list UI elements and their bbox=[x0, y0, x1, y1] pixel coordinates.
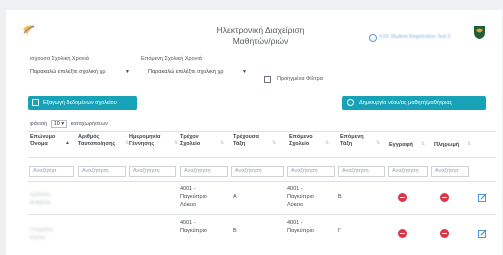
next-year-select[interactable]: Παρακαλώ επιλέξτε σχολική χρ bbox=[148, 69, 224, 75]
cyprus-emblem-icon bbox=[474, 26, 485, 39]
cell-next-school-name: Παγκύπριο bbox=[287, 194, 314, 200]
cell-next-school-name: Παγκύπριο bbox=[287, 228, 314, 234]
column-header-line: Όνομα bbox=[30, 141, 48, 147]
column-header-registration[interactable]: Εγγραφή bbox=[389, 142, 413, 149]
plus-circle-icon bbox=[347, 99, 354, 106]
column-header-line: Τάξη bbox=[340, 141, 353, 147]
sort-icon[interactable]: ⇅ bbox=[220, 140, 224, 146]
row-divider bbox=[28, 181, 496, 182]
page-size-suffix: καταχωρήσεων bbox=[70, 121, 108, 127]
page-size-select[interactable]: 10 ▾ bbox=[50, 120, 68, 128]
column-header-surname[interactable]: Επώνυμο Όνομα bbox=[30, 134, 55, 148]
current-year-select[interactable]: Παρακαλώ επιλέξτε σχολική χρ bbox=[30, 69, 106, 75]
column-header-current-school[interactable]: Τρέχον Σχολείο bbox=[180, 134, 200, 148]
cell-firstname: Ελένη bbox=[30, 235, 45, 241]
page-size-control: φάνιση 10 ▾ καταχωρήσεων bbox=[30, 120, 108, 128]
cell-firstname: Ανδρέας bbox=[30, 200, 51, 206]
create-student-button[interactable]: Δημιουργία νέου/ας μαθητή/μαθήτριας bbox=[342, 96, 486, 110]
sort-icon[interactable]: ⇅ bbox=[272, 140, 276, 146]
export-icon bbox=[32, 99, 39, 106]
sort-icon[interactable]: ⇅ bbox=[174, 140, 178, 146]
column-header-next-class[interactable]: Επόμενη Τάξη bbox=[340, 134, 364, 148]
edit-icon[interactable] bbox=[478, 193, 487, 202]
row-divider bbox=[28, 214, 496, 215]
column-header-line: Τρέχουσα bbox=[233, 134, 259, 140]
sort-icon[interactable]: ⇅ bbox=[467, 141, 471, 147]
filter-input-current-class[interactable]: Αναζήτηση bbox=[231, 166, 284, 177]
x-circle-icon bbox=[398, 193, 407, 202]
filter-input-birthdate[interactable]: Αναζήτηση bbox=[129, 166, 176, 177]
column-header-line: Επώνυμο bbox=[30, 134, 56, 140]
cell-current-school-type: Λύκειο bbox=[180, 202, 197, 208]
export-button-label: Εξαγωγή δεδομένων σχολείου bbox=[43, 100, 117, 106]
cell-current-class: Β bbox=[233, 228, 237, 234]
table-header-divider bbox=[28, 157, 496, 158]
column-header-line: Επόμενο bbox=[289, 134, 313, 140]
table-top-divider bbox=[28, 131, 496, 132]
column-header-line: Αριθμός bbox=[78, 134, 100, 140]
filter-input-next-school[interactable]: Αναζήτηση bbox=[287, 166, 335, 177]
column-header-next-school[interactable]: Επόμενο Σχολείο bbox=[289, 134, 313, 148]
advanced-filter-label: Προηγμένα Φίλτρα bbox=[277, 76, 323, 82]
column-header-line: Επόμενη bbox=[340, 134, 364, 140]
edit-icon[interactable] bbox=[478, 229, 487, 238]
column-header-line: Ταυτοποίησης bbox=[78, 141, 116, 147]
column-header-line: Ημερομηνία bbox=[129, 134, 161, 140]
sort-icon[interactable]: ⇅ bbox=[325, 140, 329, 146]
column-header-birthdate[interactable]: Ημερομηνία Γέννησης bbox=[129, 134, 160, 148]
page-title-line1: Ηλεκτρονική Διαχείριση bbox=[216, 25, 305, 35]
column-header-line: Πληρωμή bbox=[434, 142, 460, 148]
cell-current-school-code: 4001 - bbox=[180, 186, 196, 192]
column-header-id[interactable]: Αριθμός Ταυτοποίησης bbox=[78, 134, 115, 148]
cell-surname: Γεωργίου bbox=[30, 227, 53, 233]
next-year-label: Επόμενη Σχολική Χρονιά bbox=[141, 56, 202, 62]
advanced-filter-checkbox[interactable] bbox=[264, 76, 271, 83]
cell-next-class: Β bbox=[338, 194, 342, 200]
user-name-link[interactable]: ΧΧΧ Student Registration Test 3 bbox=[379, 34, 450, 40]
cell-surname: Ιωάννου bbox=[30, 192, 51, 198]
cell-current-school-code: 4001 - bbox=[180, 220, 196, 226]
chevron-down-icon[interactable]: ▼ bbox=[242, 69, 247, 75]
sort-icon[interactable]: ⇅ bbox=[376, 140, 380, 146]
filter-input-surname[interactable]: Αναζήτησ bbox=[29, 166, 74, 177]
filter-input-current-school[interactable]: Αναζήτηση bbox=[180, 166, 228, 177]
column-header-line: Σχολείο bbox=[180, 141, 201, 147]
filter-input-next-class[interactable]: Αναζήτηση bbox=[338, 166, 385, 177]
current-year-label: ισχουσα Σχολική Χρονιά bbox=[30, 56, 89, 62]
column-header-line: Τάξη bbox=[233, 141, 246, 147]
cell-next-class: Γ bbox=[338, 228, 342, 234]
filter-input-id[interactable]: Αναζήτηση bbox=[78, 166, 126, 177]
cell-next-school-code: 4001 - bbox=[287, 186, 303, 192]
page-size-prefix: φάνιση bbox=[30, 121, 48, 127]
column-header-line: Τρέχον bbox=[180, 134, 199, 140]
create-student-button-label: Δημιουργία νέου/ας μαθητή/μαθήτριας bbox=[359, 100, 453, 106]
sort-icon[interactable]: ⇅ bbox=[421, 141, 425, 147]
column-header-payment[interactable]: Πληρωμή bbox=[434, 142, 459, 149]
x-circle-icon bbox=[398, 229, 407, 238]
shield-crest-icon bbox=[23, 25, 35, 35]
column-header-line: Σχολείο bbox=[289, 141, 310, 147]
cell-current-school-name: Παγκύπριο bbox=[180, 228, 207, 234]
column-header-line: Γέννησης bbox=[129, 141, 155, 147]
x-circle-icon bbox=[440, 229, 449, 238]
cell-next-school-code: 4001 - bbox=[287, 220, 303, 226]
column-header-line: Εγγραφή bbox=[389, 142, 413, 148]
user-icon[interactable] bbox=[369, 34, 377, 42]
column-header-current-class[interactable]: Τρέχουσα Τάξη bbox=[233, 134, 259, 148]
export-button[interactable]: Εξαγωγή δεδομένων σχολείου bbox=[28, 96, 137, 110]
filter-input-registration[interactable]: Αναζήτηση bbox=[388, 166, 428, 177]
sort-asc-icon[interactable]: ▲ bbox=[65, 140, 70, 146]
cell-next-school-type: Λύκειο bbox=[287, 202, 304, 208]
chevron-down-icon[interactable]: ▼ bbox=[125, 69, 130, 75]
cell-current-class: Α bbox=[233, 194, 237, 200]
page-size-value: 10 bbox=[53, 121, 60, 127]
page-title-line2: Μαθητών/ριών bbox=[232, 36, 289, 46]
page-title: Ηλεκτρονική Διαχείριση Μαθητών/ριών bbox=[203, 25, 318, 47]
cell-current-school-name: Παγκύπριο bbox=[180, 194, 207, 200]
x-circle-icon bbox=[440, 193, 449, 202]
filter-input-payment[interactable]: Αναζήτησ bbox=[431, 166, 469, 177]
